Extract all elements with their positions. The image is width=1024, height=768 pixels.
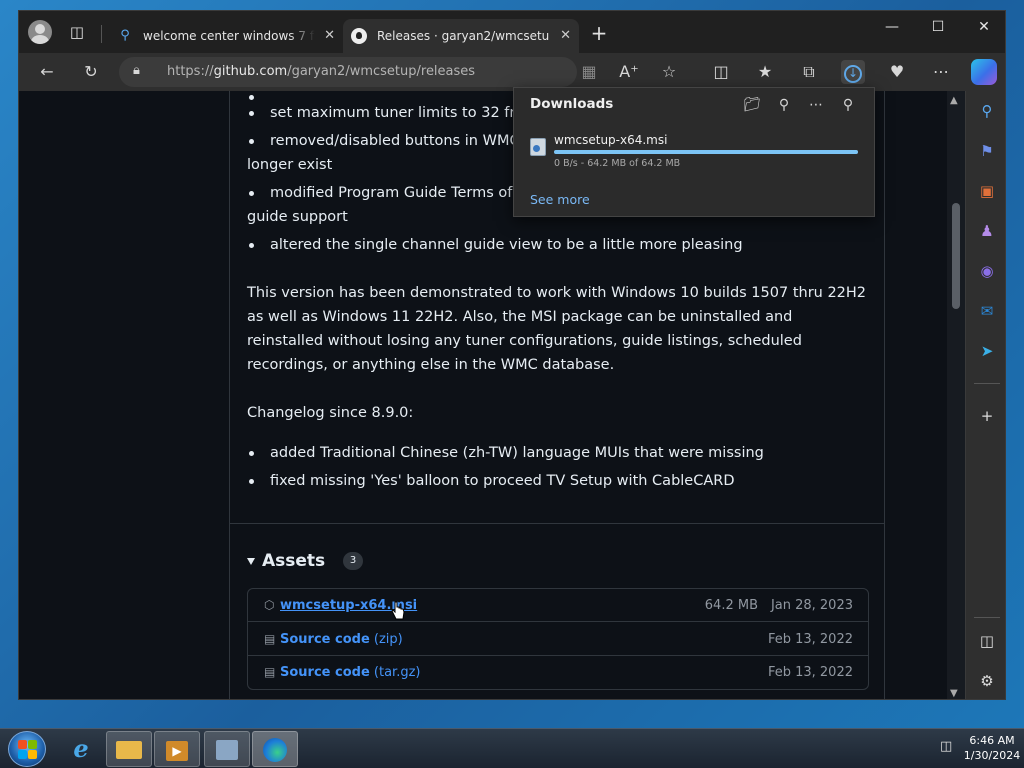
close-tab-icon[interactable]: ✕ <box>560 19 571 53</box>
more-options-icon[interactable]: ⋯ <box>805 94 827 116</box>
taskbar: e ▶ ◫ 6:46 AM 1/30/2024 <box>0 728 1024 768</box>
list-item: added Traditional Chinese (zh-TW) langua… <box>247 441 867 465</box>
title-bar: ◫ ⚲ welcome center windows 7 for wmc ✕ R… <box>19 11 1005 53</box>
sidebar-divider <box>974 617 1000 618</box>
send-icon[interactable]: ➤ <box>975 339 999 363</box>
setup-app-icon[interactable] <box>204 731 250 767</box>
tab-title: welcome center windows 7 for wmc <box>143 29 315 43</box>
clock[interactable]: 6:46 AM 1/30/2024 <box>962 733 1022 763</box>
search-icon: ⚲ <box>120 28 130 43</box>
maximize-button[interactable]: ☐ <box>915 11 961 43</box>
browser-toolbar: ← ↻ 🔒︎ https://github.com/garyan2/wmcset… <box>19 53 1005 91</box>
favorites-icon[interactable]: ★ <box>753 60 777 84</box>
start-button[interactable] <box>8 731 46 767</box>
see-more-link[interactable]: See more <box>530 192 590 207</box>
search-icon[interactable]: ⚲ <box>773 94 795 116</box>
apps-icon[interactable]: ▦ <box>577 60 601 84</box>
close-window-button[interactable]: ✕ <box>961 11 1005 43</box>
changelog-heading: Changelog since 8.9.0: <box>247 405 414 421</box>
hand-cursor-icon <box>391 601 405 620</box>
download-progress-bar <box>554 150 858 154</box>
file-zip-icon: ▤ <box>264 665 276 679</box>
refresh-button[interactable]: ↻ <box>79 60 103 84</box>
url-text: https://github.com/garyan2/wmcsetup/rele… <box>167 64 476 79</box>
new-tab-button[interactable]: + <box>587 21 611 45</box>
tab-releases[interactable]: Releases · garyan2/wmcsetup ✕ <box>343 19 579 53</box>
split-screen-icon[interactable]: ◫ <box>709 60 733 84</box>
favorite-star-icon[interactable]: ☆ <box>657 60 681 84</box>
tag-icon[interactable]: ⚑ <box>975 139 999 163</box>
assets-toggle[interactable]: Assets <box>247 547 325 575</box>
media-player-icon[interactable]: ▶ <box>154 731 200 767</box>
browser-window: ◫ ⚲ welcome center windows 7 for wmc ✕ R… <box>18 10 1006 700</box>
search-icon[interactable]: ⚲ <box>975 99 999 123</box>
file-zip-icon: ▤ <box>264 632 276 646</box>
games-icon[interactable]: ♟ <box>975 219 999 243</box>
download-item[interactable]: wmcsetup-x64.msi 0 B/s - 64.2 MB of 64.2… <box>522 128 868 174</box>
lock-icon[interactable]: 🔒︎ <box>133 63 140 78</box>
profile-avatar[interactable] <box>28 20 52 44</box>
tab-separator <box>101 25 102 43</box>
msi-file-icon <box>530 138 546 156</box>
edge-sidebar: ⚲ ⚑ ▣ ♟ ◉ ✉ ➤ + ◫ ⚙ <box>965 91 1005 699</box>
downloads-title: Downloads <box>530 96 614 112</box>
assets-count-badge: 3 <box>343 552 363 570</box>
list-item: altered the single channel guide view to… <box>247 233 867 257</box>
tab-search[interactable]: ⚲ welcome center windows 7 for wmc ✕ <box>109 19 343 53</box>
internet-explorer-icon[interactable]: e <box>58 731 104 767</box>
assets-list: ⬡ wmcsetup-x64.msi 64.2 MB Jan 28, 2023 … <box>247 588 869 690</box>
asset-link[interactable]: Source code (zip) <box>280 623 403 656</box>
scroll-up-icon[interactable]: ▲ <box>950 95 958 106</box>
sidebar-divider <box>974 383 1000 384</box>
download-status: 0 B/s - 64.2 MB of 64.2 MB <box>554 158 681 169</box>
more-menu-icon[interactable]: ⋯ <box>929 60 953 84</box>
file-explorer-icon[interactable] <box>106 731 152 767</box>
read-aloud-icon[interactable]: A⁺ <box>617 60 641 84</box>
tab-title: Releases · garyan2/wmcsetup <box>377 29 549 43</box>
open-folder-icon[interactable]: 📁︎ <box>741 94 763 116</box>
asset-date: Feb 13, 2022 <box>767 632 853 647</box>
asset-row: ▤ Source code (tar.gz) Feb 13, 2022 <box>248 656 868 689</box>
asset-row: ▤ Source code (zip) Feb 13, 2022 <box>248 623 868 656</box>
copilot-app-icon[interactable]: ◉ <box>975 259 999 283</box>
toolbox-icon[interactable]: ▣ <box>975 179 999 203</box>
settings-gear-icon[interactable]: ⚙ <box>975 669 999 693</box>
divider <box>230 523 884 524</box>
minimize-button[interactable]: — <box>869 11 915 43</box>
copilot-icon[interactable] <box>971 59 997 85</box>
tab-actions-icon[interactable]: ◫ <box>67 22 87 42</box>
pin-icon[interactable]: ⚲ <box>837 94 859 116</box>
download-icon: ↓ <box>844 65 862 83</box>
close-tab-icon[interactable]: ✕ <box>324 19 335 53</box>
performance-icon[interactable]: ♥ <box>885 60 909 84</box>
scroll-down-icon[interactable]: ▼ <box>950 688 958 699</box>
hide-sidebar-icon[interactable]: ◫ <box>975 629 999 653</box>
list-item: fixed missing 'Yes' balloon to proceed T… <box>247 469 867 493</box>
downloads-panel: Downloads 📁︎ ⚲ ⋯ ⚲ wmcsetup-x64.msi 0 B/… <box>513 87 875 217</box>
compatibility-paragraph: This version has been demonstrated to wo… <box>247 285 867 373</box>
asset-link[interactable]: Source code (tar.gz) <box>280 656 420 689</box>
address-bar[interactable]: 🔒︎ https://github.com/garyan2/wmcsetup/r… <box>119 57 577 87</box>
download-progress-fill <box>554 150 858 154</box>
back-button[interactable]: ← <box>35 60 59 84</box>
outlook-icon[interactable]: ✉ <box>975 299 999 323</box>
triangle-down-icon <box>247 557 255 565</box>
asset-size: 64.2 MB <box>704 598 758 613</box>
asset-row: ⬡ wmcsetup-x64.msi 64.2 MB Jan 28, 2023 <box>248 589 868 622</box>
downloads-button[interactable]: ↓ <box>841 60 865 84</box>
action-center-icon[interactable]: ◫ <box>940 739 958 755</box>
scrollbar-thumb[interactable] <box>952 203 960 309</box>
vertical-scrollbar[interactable]: ▲ ▼ <box>947 91 965 699</box>
github-icon <box>351 28 367 44</box>
asset-date: Jan 28, 2023 <box>770 598 853 613</box>
add-icon[interactable]: + <box>975 404 999 428</box>
edge-icon[interactable] <box>252 731 298 767</box>
collections-icon[interactable]: ⧉ <box>797 60 821 84</box>
download-file-name: wmcsetup-x64.msi <box>554 133 668 147</box>
asset-date: Feb 13, 2022 <box>767 665 853 680</box>
package-icon: ⬡ <box>264 598 275 612</box>
